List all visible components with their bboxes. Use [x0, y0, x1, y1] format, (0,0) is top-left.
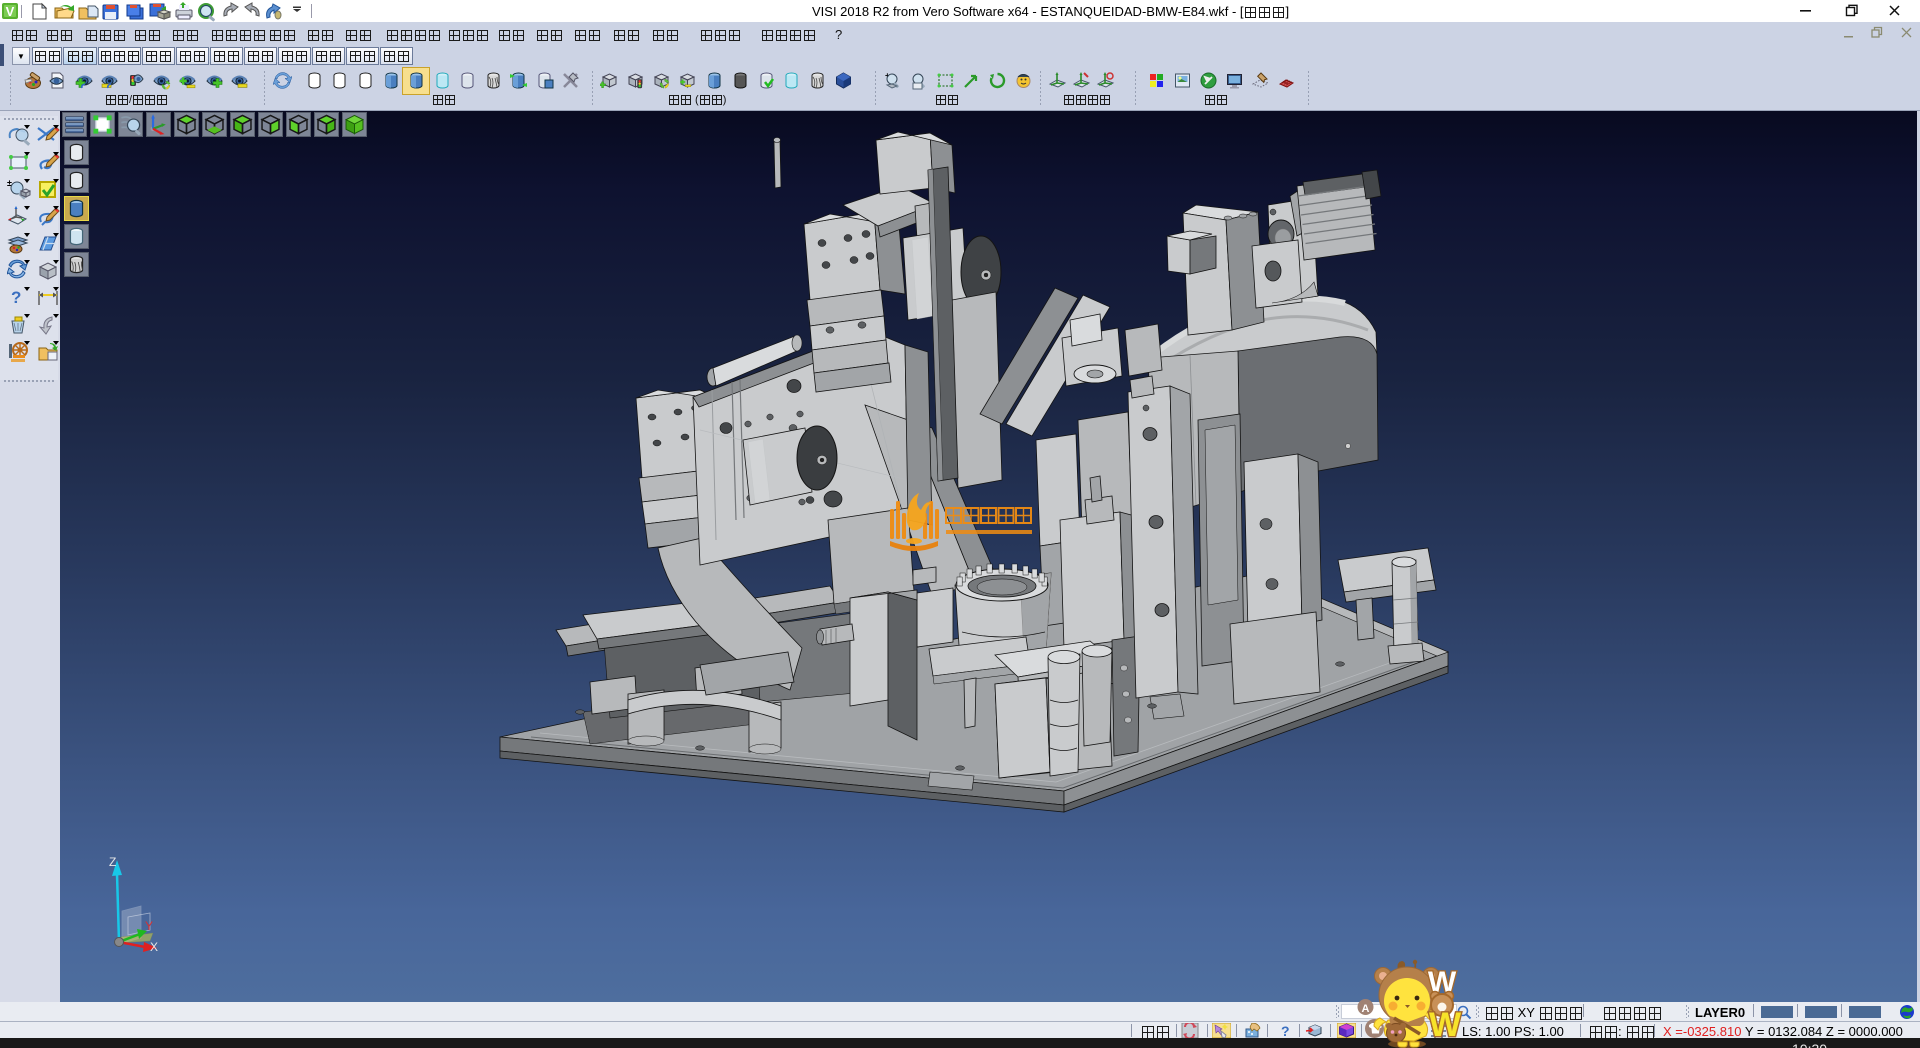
svg-text:Z: Z: [109, 855, 116, 869]
svg-text:X: X: [150, 940, 158, 954]
svg-text:10:30: 10:30: [1792, 1041, 1827, 1048]
svg-text:?: ?: [11, 288, 21, 307]
svg-text:?: ?: [1281, 1023, 1290, 1038]
svg-text:Y: Y: [145, 919, 153, 933]
svg-text:A: A: [1362, 1003, 1370, 1015]
svg-text:W: W: [1429, 1006, 1462, 1044]
svg-text:V: V: [6, 4, 15, 19]
